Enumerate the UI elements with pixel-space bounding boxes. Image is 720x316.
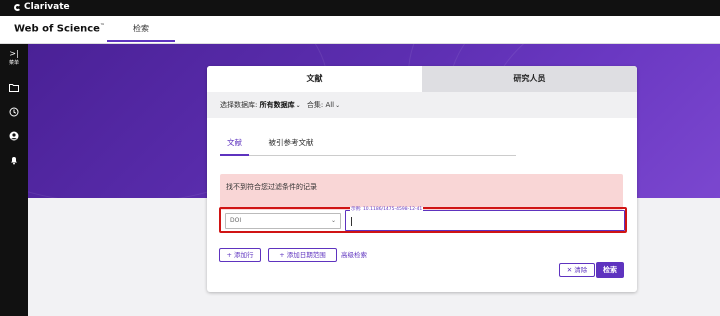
collection-value: All xyxy=(325,101,335,109)
database-selector-row: 选择数据库: 所有数据库⌄ 合集: All⌄ xyxy=(207,92,637,118)
collection-dropdown[interactable]: All⌄ xyxy=(325,101,340,109)
add-date-range-button[interactable]: + 添加日期范围 xyxy=(268,248,337,262)
tab-documents[interactable]: 文献 xyxy=(207,66,422,92)
search-type-tabs: 文献 研究人员 xyxy=(207,66,637,92)
clear-button[interactable]: ✕ 清除 xyxy=(559,263,595,277)
database-value: 所有数据库 xyxy=(259,101,295,109)
collection-label: 合集: xyxy=(306,101,324,109)
add-row-button[interactable]: + 添加行 xyxy=(219,248,261,262)
database-dropdown[interactable]: 所有数据库⌄ xyxy=(260,101,301,109)
document-subtabs: 文献 被引参考文献 xyxy=(220,136,516,156)
search-input[interactable] xyxy=(348,216,618,228)
search-input-wrapper: 示例: 10.1186/1475-4598-12-41 xyxy=(345,207,625,231)
search-input-label: 示例: 10.1186/1475-4598-12-41 xyxy=(350,207,424,213)
expand-menu-button[interactable]: >| xyxy=(0,50,28,58)
brand-name: Clarivate xyxy=(24,2,70,12)
bell-icon[interactable] xyxy=(0,150,28,169)
chevron-down-icon: ⌄ xyxy=(330,217,336,224)
no-records-alert: 找不到符合您过滤条件的记录 xyxy=(220,174,623,210)
profile-icon[interactable] xyxy=(0,126,28,145)
field-select[interactable]: DOI ⌄ xyxy=(225,213,341,229)
clarivate-logo[interactable]: Clarivate xyxy=(14,2,70,12)
search-row: DOI ⌄ 示例: 10.1186/1475-4598-12-41 xyxy=(219,207,627,233)
clarivate-logo-icon xyxy=(14,3,21,11)
product-logo[interactable]: Web of Science™ xyxy=(14,23,105,34)
field-select-value: DOI xyxy=(230,217,242,224)
app-header: Web of Science™ 检索 xyxy=(0,16,720,44)
top-bar: Clarivate xyxy=(0,0,720,16)
chevron-down-icon: ⌄ xyxy=(335,102,341,109)
subtab-documents[interactable]: 文献 xyxy=(220,136,249,156)
alert-text: 找不到符合您过滤条件的记录 xyxy=(226,183,317,191)
database-label: 选择数据库: xyxy=(220,101,258,109)
product-name: Web of Science xyxy=(14,23,100,35)
subtab-cited-references[interactable]: 被引参考文献 xyxy=(256,136,326,156)
search-card: 文献 研究人员 选择数据库: 所有数据库⌄ 合集: All⌄ 文献 被引参考文献… xyxy=(207,66,637,292)
search-button[interactable]: 检索 xyxy=(596,262,624,278)
menu-label: 菜单 xyxy=(8,60,19,66)
history-icon[interactable] xyxy=(0,102,28,121)
trademark: ™ xyxy=(99,23,105,29)
chevron-down-icon: ⌄ xyxy=(295,102,301,109)
tab-researchers[interactable]: 研究人员 xyxy=(422,66,637,92)
nav-tab-search[interactable]: 检索 xyxy=(107,16,175,42)
folder-icon[interactable] xyxy=(0,77,28,96)
left-rail: >| 菜单 xyxy=(0,44,28,316)
advanced-search-link[interactable]: 高级检索 xyxy=(341,248,367,262)
